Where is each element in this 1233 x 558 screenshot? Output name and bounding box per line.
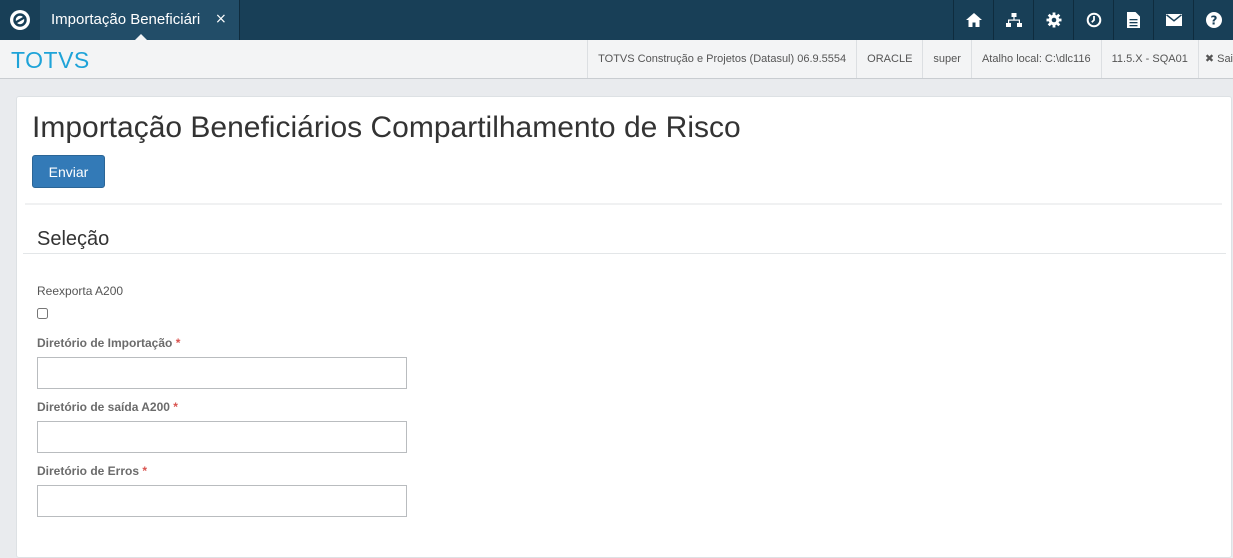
output-dir-label: Diretório de saída A200 *	[37, 400, 178, 414]
totvs-logo-icon[interactable]	[0, 0, 40, 40]
required-mark: *	[175, 336, 181, 350]
errors-dir-label-text: Diretório de Erros	[37, 464, 140, 478]
output-dir-input[interactable]	[37, 421, 407, 453]
top-navbar: Importação Beneficiári × ?	[0, 0, 1233, 40]
gear-icon[interactable]	[1033, 0, 1073, 40]
tab-importacao-beneficiarios[interactable]: Importação Beneficiári ×	[40, 0, 240, 40]
section-divider	[23, 253, 1226, 254]
version-info: 11.5.X - SQA01	[1100, 40, 1198, 78]
import-dir-input[interactable]	[37, 357, 407, 389]
required-mark: *	[173, 400, 178, 414]
page-title: Importação Beneficiários Compartilhament…	[32, 111, 741, 144]
brand-logo: TOTVS	[11, 47, 90, 73]
header-divider	[25, 203, 1222, 205]
exit-button[interactable]: ✖ Sai	[1197, 40, 1233, 78]
info-bar: TOTVS TOTVS Construção e Projetos (Datas…	[0, 40, 1233, 79]
clock-icon[interactable]	[1073, 0, 1113, 40]
home-icon[interactable]	[953, 0, 993, 40]
sitemap-icon[interactable]	[993, 0, 1033, 40]
toolbar-icons: ?	[953, 0, 1233, 40]
required-mark: *	[142, 464, 148, 478]
reexport-checkbox[interactable]	[37, 308, 48, 319]
close-icon[interactable]: ×	[215, 11, 227, 27]
errors-dir-label: Diretório de Erros *	[37, 464, 147, 478]
shortcut-info: Atalho local: C:\dlc116	[970, 40, 1101, 78]
main-panel: Importação Beneficiários Compartilhament…	[16, 96, 1232, 558]
database-info: ORACLE	[856, 40, 922, 78]
document-icon[interactable]	[1113, 0, 1153, 40]
mail-icon[interactable]	[1153, 0, 1193, 40]
svg-text:?: ?	[1210, 14, 1217, 28]
errors-dir-input[interactable]	[37, 485, 407, 517]
reexport-label: Reexporta A200	[37, 284, 124, 298]
send-button[interactable]: Enviar	[32, 155, 105, 188]
help-icon[interactable]: ?	[1193, 0, 1233, 40]
user-info[interactable]: super	[922, 40, 971, 78]
environment-info: TOTVS Construção e Projetos (Datasul) 06…	[587, 40, 1233, 78]
output-dir-label-text: Diretório de saída A200	[37, 400, 170, 414]
tab-label: Importação Beneficiári	[51, 11, 201, 28]
import-dir-label: Diretório de Importação *	[37, 336, 180, 350]
import-dir-label-text: Diretório de Importação	[37, 336, 173, 350]
product-info: TOTVS Construção e Projetos (Datasul) 06…	[587, 40, 856, 78]
section-title: Seleção	[37, 228, 110, 250]
